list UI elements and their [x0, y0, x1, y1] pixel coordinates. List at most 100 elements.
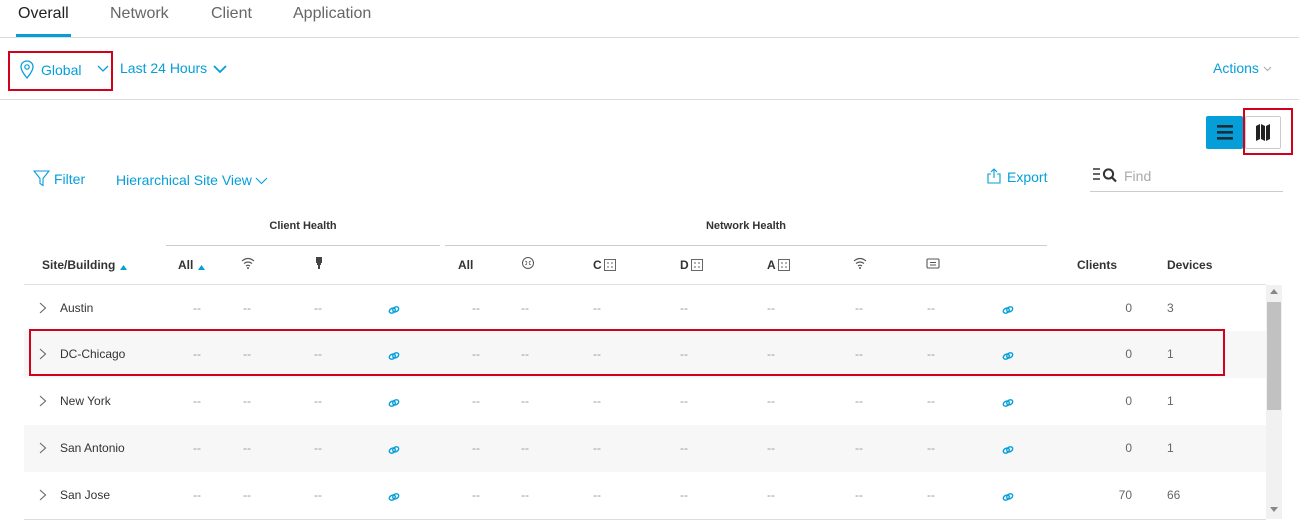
tab-overall[interactable]: Overall	[16, 5, 71, 37]
chevron-down-icon	[97, 65, 109, 72]
network-health-link[interactable]	[1002, 442, 1014, 460]
location-label: Global	[41, 62, 82, 78]
filter-toolbar: Global Last 24 Hours Actions	[0, 38, 1299, 100]
metric-n-access: --	[767, 394, 775, 408]
link-icon	[388, 493, 400, 501]
metric-n-wlc: --	[927, 301, 935, 315]
client-health-divider	[166, 245, 440, 246]
client-health-link[interactable]	[388, 302, 400, 320]
metric-c-all: --	[193, 441, 201, 455]
metric-n-router: --	[521, 441, 529, 455]
metric-n-core: --	[593, 441, 601, 455]
chevron-down-icon	[255, 177, 268, 185]
client-health-group-header: Client Health	[269, 220, 337, 232]
network-health-link[interactable]	[1002, 395, 1014, 413]
site-name[interactable]: San Antonio	[60, 441, 125, 455]
chevron-down-icon	[213, 65, 227, 74]
metric-n-all: --	[472, 394, 480, 408]
column-header-core[interactable]: C	[593, 258, 616, 272]
wlc-icon	[926, 258, 940, 269]
column-header-site[interactable]: Site/Building	[42, 258, 128, 272]
wifi-icon	[853, 257, 867, 269]
table-row[interactable]: San Jose -- -- -- -- -- -- -- -- -- -- 70 66	[24, 472, 1266, 519]
metric-n-wlc: --	[927, 488, 935, 502]
site-name[interactable]: New York	[60, 394, 111, 408]
list-view-button[interactable]	[1206, 116, 1243, 149]
metric-n-core: --	[593, 301, 601, 315]
metric-n-wifi: --	[855, 394, 863, 408]
column-header-client-all[interactable]: All	[178, 258, 206, 272]
metric-c-wired: --	[314, 301, 322, 315]
tab-application[interactable]: Application	[293, 5, 371, 23]
column-header-clients[interactable]: Clients	[1077, 258, 1117, 272]
export-label: Export	[1007, 169, 1048, 185]
clients-count: 0	[1125, 394, 1132, 408]
metric-n-router: --	[521, 488, 529, 502]
scrollbar-thumb[interactable]	[1267, 302, 1281, 410]
map-button-highlight	[1243, 108, 1293, 155]
clients-count: 70	[1118, 488, 1132, 502]
chevron-right-icon[interactable]	[39, 442, 47, 454]
site-name[interactable]: San Jose	[60, 488, 110, 502]
filter-icon	[32, 170, 51, 187]
client-health-link[interactable]	[388, 489, 400, 507]
chevron-right-icon[interactable]	[39, 395, 47, 407]
metric-n-router: --	[521, 394, 529, 408]
tab-client[interactable]: Client	[211, 5, 252, 23]
column-header-distribution[interactable]: D	[680, 258, 703, 272]
metric-c-wifi: --	[243, 488, 251, 502]
metric-n-all: --	[472, 488, 480, 502]
table-row[interactable]: San Antonio -- -- -- -- -- -- -- -- -- -- 0 1	[24, 425, 1266, 472]
tab-bar: Overall Network Client Application	[0, 0, 1299, 38]
chevron-down-icon	[1263, 66, 1272, 72]
table-scrollbar[interactable]	[1266, 285, 1282, 519]
metric-n-wifi: --	[855, 441, 863, 455]
scroll-down-arrow-icon[interactable]	[1270, 507, 1278, 512]
export-icon	[987, 168, 1001, 184]
metric-n-dist: --	[680, 441, 688, 455]
actions-dropdown[interactable]: Actions	[1213, 60, 1272, 76]
metric-c-wifi: --	[243, 301, 251, 315]
chevron-right-icon[interactable]	[39, 489, 47, 501]
network-health-link[interactable]	[1002, 489, 1014, 507]
location-selector[interactable]: Global	[8, 51, 113, 91]
devices-count: 1	[1167, 441, 1174, 455]
client-health-link[interactable]	[388, 442, 400, 460]
link-icon	[388, 399, 400, 407]
row-highlight	[29, 329, 1225, 376]
site-view-label: Hierarchical Site View	[116, 172, 252, 188]
switch-icon	[690, 259, 703, 271]
search-icon	[1093, 168, 1117, 183]
tab-network[interactable]: Network	[110, 5, 169, 23]
metric-n-access: --	[767, 301, 775, 315]
find-input[interactable]	[1124, 165, 1279, 187]
filter-button[interactable]: Filter	[32, 170, 85, 187]
wired-icon	[316, 257, 322, 269]
time-range-label: Last 24 Hours	[120, 60, 208, 76]
metric-n-all: --	[472, 441, 480, 455]
column-header-core-label: C	[593, 258, 602, 272]
column-header-devices[interactable]: Devices	[1167, 258, 1212, 272]
devices-count: 66	[1167, 488, 1181, 502]
table-row[interactable]: New York -- -- -- -- -- -- -- -- -- -- 0 1	[24, 378, 1266, 425]
client-health-link[interactable]	[388, 395, 400, 413]
scroll-up-arrow-icon[interactable]	[1270, 289, 1278, 294]
chevron-right-icon[interactable]	[39, 302, 47, 314]
site-view-dropdown[interactable]: Hierarchical Site View	[116, 172, 268, 188]
metric-n-core: --	[593, 488, 601, 502]
location-pin-icon	[20, 60, 34, 79]
link-icon	[1002, 446, 1014, 454]
column-header-network-all[interactable]: All	[458, 258, 473, 272]
sort-ascending-icon	[197, 265, 205, 270]
metric-c-all: --	[193, 394, 201, 408]
network-health-link[interactable]	[1002, 302, 1014, 320]
export-button[interactable]: Export	[987, 168, 1047, 185]
metric-c-wired: --	[314, 488, 322, 502]
site-name[interactable]: Austin	[60, 301, 93, 315]
table-row[interactable]: Austin -- -- -- -- -- -- -- -- -- -- 0 3	[24, 285, 1266, 332]
metric-c-wired: --	[314, 394, 322, 408]
metric-n-wlc: --	[927, 394, 935, 408]
column-header-access[interactable]: A	[767, 258, 790, 272]
column-header-client-all-label: All	[178, 258, 194, 272]
time-range-selector[interactable]: Last 24 Hours	[120, 60, 227, 76]
